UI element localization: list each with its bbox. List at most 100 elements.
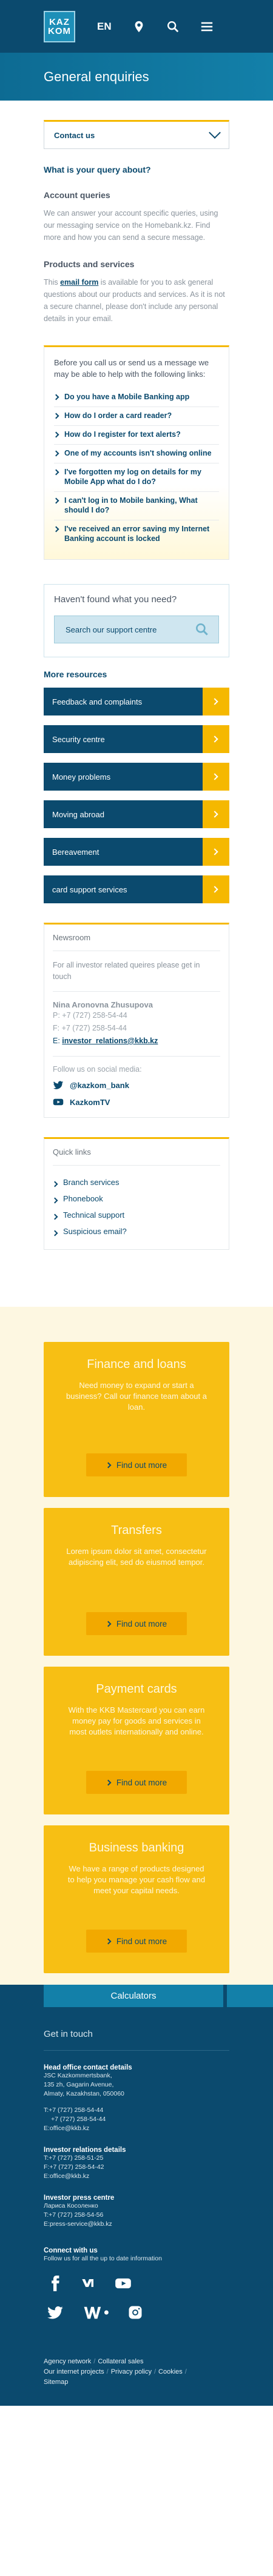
youtube-link[interactable]: KazkomTV	[53, 1097, 220, 1107]
resources-list: Feedback and complaints Security centre …	[44, 688, 229, 903]
products-services-title: Products and services	[44, 259, 135, 269]
press-email[interactable]: E:press-service@kkb.kz	[44, 2220, 229, 2229]
button-label: Find out more	[116, 1619, 167, 1628]
chevron-right-icon	[52, 1197, 58, 1203]
quick-link-label: Phonebook	[63, 1194, 103, 1203]
find-out-more-button[interactable]: Find out more	[86, 1771, 187, 1794]
youtube-icon[interactable]	[112, 2272, 135, 2295]
promo-card-finance: Finance and loans Need money to expand o…	[44, 1342, 229, 1497]
arrow-right-icon	[203, 800, 229, 828]
head-office-phone-2[interactable]: +7 (727) 258-54-44	[44, 2115, 229, 2124]
faq-item-label: How do I register for text alerts?	[64, 430, 181, 439]
find-out-more-button[interactable]: Find out more	[86, 1453, 187, 1476]
location-pin-icon[interactable]	[132, 20, 146, 33]
faq-item[interactable]: I've received an error saving my Interne…	[53, 520, 219, 548]
faq-item-label: I've received an error saving my Interne…	[64, 525, 210, 543]
faq-item[interactable]: How do I register for text alerts?	[53, 426, 219, 445]
youtube-icon	[53, 1098, 64, 1106]
faq-item[interactable]: I can't log in to Mobile banking, What s…	[53, 492, 219, 520]
vk-icon[interactable]	[78, 2272, 101, 2295]
facebook-icon[interactable]	[44, 2272, 67, 2295]
calculators-tab-extra[interactable]	[227, 1985, 273, 2007]
hamburger-menu-icon[interactable]	[200, 20, 214, 33]
head-office-block: Head office contact details JSC Kazkomme…	[44, 2064, 229, 2133]
faq-item[interactable]: Do you have a Mobile Banking app	[53, 388, 219, 407]
head-office-phone[interactable]: T:+7 (727) 258-54-44	[44, 2106, 229, 2115]
quick-link-item[interactable]: Phonebook	[52, 1190, 220, 1207]
faq-item[interactable]: How do I order a card reader?	[53, 407, 219, 426]
mail-ru-icon[interactable]	[78, 2301, 113, 2324]
faq-item[interactable]: I've forgotten my log on details for my …	[53, 463, 219, 492]
twitter-icon[interactable]	[44, 2301, 67, 2324]
quick-link-item[interactable]: Suspicious email?	[52, 1223, 220, 1240]
youtube-channel: KazkomTV	[70, 1097, 110, 1107]
email-form-link[interactable]: email form	[60, 278, 98, 287]
chevron-right-icon	[53, 413, 59, 419]
address-line: Almaty, Kazakhstan, 050060	[44, 2090, 124, 2097]
arrow-right-icon	[203, 838, 229, 866]
resource-label: Feedback and complaints	[52, 697, 143, 706]
faq-intro: Before you call us or send us a message …	[54, 358, 209, 379]
promo-card-transfers: Transfers Lorem ipsum dolor sit amet, co…	[44, 1508, 229, 1656]
newsroom-intro: For all investor related queires please …	[53, 961, 200, 981]
site-footer: Calculators Get in touch Head office con…	[0, 1985, 273, 2406]
follow-label: Follow us on social media:	[53, 1065, 142, 1074]
faq-item[interactable]: One of my accounts isn't showing online	[53, 445, 219, 463]
footer-link[interactable]: Agency network	[44, 2358, 91, 2365]
search-support-button[interactable]: Search our support centre	[54, 616, 219, 643]
resource-card-support-link[interactable]: card support services	[44, 875, 229, 903]
resource-moving-abroad-link[interactable]: Moving abroad	[44, 800, 229, 828]
footer-link[interactable]: Cookies	[158, 2368, 183, 2375]
instagram-icon[interactable]	[124, 2301, 147, 2324]
press-block: Investor press centre Лариса Косоленко T…	[44, 2194, 229, 2229]
newsroom-title: Newsroom	[53, 933, 91, 942]
footer-link[interactable]: Privacy policy	[111, 2368, 152, 2375]
find-out-more-button[interactable]: Find out more	[86, 1930, 187, 1953]
support-question: Haven't found what you need?	[54, 594, 177, 605]
investor-block: Investor relations details T:+7 (727) 25…	[44, 2146, 229, 2181]
chevron-right-icon	[52, 1181, 58, 1187]
faq-item-label: I've forgotten my log on details for my …	[64, 468, 201, 486]
resource-money-problems-link[interactable]: Money problems	[44, 763, 229, 791]
search-icon[interactable]	[166, 20, 180, 33]
quick-link-item[interactable]: Technical support	[52, 1207, 220, 1223]
footer-link[interactable]: Sitemap	[44, 2378, 68, 2386]
address-line: JSC Kazkommertsbank,	[44, 2072, 112, 2079]
promo-card-business-banking: Business banking We have a range of prod…	[44, 1825, 229, 1973]
products-services-text: This email form is available for you to …	[44, 276, 229, 325]
press-phone[interactable]: T:+7 (727) 258-54-56	[44, 2211, 229, 2220]
arrow-right-icon	[203, 688, 229, 715]
resource-bereavement-link[interactable]: Bereavement	[44, 838, 229, 866]
kazkom-logo[interactable]: KAZ KOM	[44, 10, 75, 42]
calculators-bar: Calculators	[0, 1985, 273, 2007]
investor-email[interactable]: E:office@kkb.kz	[44, 2172, 229, 2181]
language-switch[interactable]: EN	[97, 21, 112, 33]
resource-security-link[interactable]: Security centre	[44, 725, 229, 753]
promo-title: Business banking	[89, 1841, 184, 1854]
quick-link-item[interactable]: Branch services	[52, 1174, 220, 1190]
head-office-title: Head office contact details	[44, 2064, 132, 2071]
contact-us-dropdown[interactable]: Contact us	[44, 120, 229, 149]
button-label: Find out more	[116, 1936, 167, 1946]
resource-feedback-link[interactable]: Feedback and complaints	[44, 688, 229, 715]
promo-card-payment-cards: Payment cards With the KKB Mastercard yo…	[44, 1667, 229, 1814]
promo-text: Lorem ipsum dolor sit amet, consectetur …	[66, 1547, 207, 1567]
divider	[53, 1056, 220, 1057]
find-out-more-button[interactable]: Find out more	[86, 1612, 187, 1635]
investor-phone[interactable]: T:+7 (727) 258-51-25	[44, 2154, 229, 2163]
twitter-link[interactable]: @kazkom_bank	[53, 1080, 220, 1090]
search-icon	[196, 623, 208, 636]
promo-text: With the KKB Mastercard you can earn mon…	[68, 1705, 205, 1736]
investor-email-link[interactable]: investor_relations@kkb.kz	[62, 1037, 158, 1045]
footer-link[interactable]: Collateral sales	[98, 2358, 143, 2365]
button-label: Find out more	[116, 1778, 167, 1787]
calculators-tab[interactable]: Calculators	[44, 1985, 223, 2007]
chevron-right-icon	[105, 1462, 112, 1468]
footer-link[interactable]: Our internet projects	[44, 2368, 104, 2375]
chevron-right-icon	[52, 1230, 58, 1236]
get-in-touch-heading: Get in touch	[44, 2029, 229, 2051]
head-office-email[interactable]: E:office@kkb.kz	[44, 2124, 229, 2133]
logo-text-top: KAZ	[49, 16, 70, 27]
arrow-right-icon	[203, 725, 229, 753]
contact-phone: P: +7 (727) 258-54-44	[53, 1011, 127, 1020]
